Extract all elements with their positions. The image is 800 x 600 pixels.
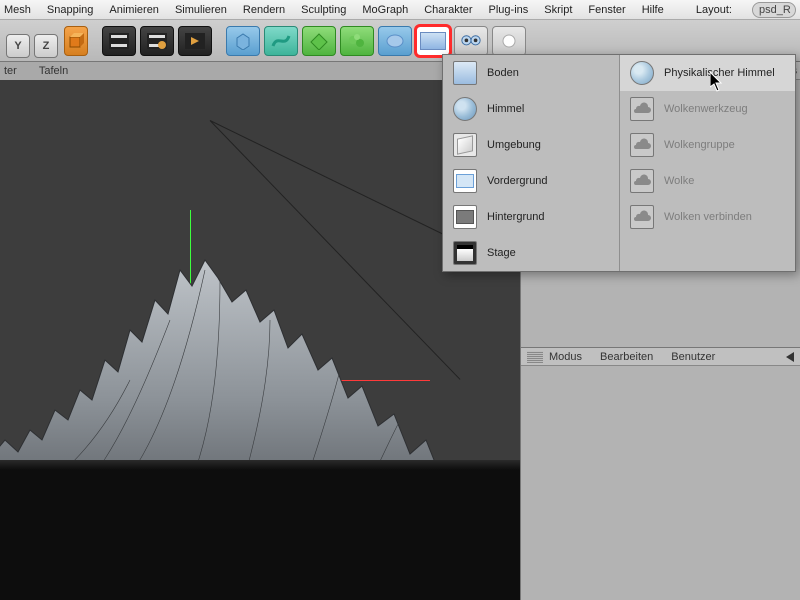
popup-item-umgebung[interactable]: Umgebung [443, 127, 619, 163]
menu-charakter[interactable]: Charakter [424, 4, 472, 16]
menu-skript[interactable]: Skript [544, 4, 572, 16]
popup-label: Himmel [487, 103, 524, 115]
spline-icon[interactable] [264, 26, 298, 56]
panel-grip-icon[interactable] [527, 351, 543, 363]
environment-objects-button[interactable] [416, 26, 450, 56]
menu-mesh[interactable]: Mesh [4, 4, 31, 16]
layout-switcher: Layout: psd_R [692, 0, 800, 20]
axis-y-button[interactable]: Y [6, 34, 30, 58]
background-icon [453, 205, 477, 229]
sky-icon [453, 97, 477, 121]
popup-label: Physikalischer Himmel [664, 67, 775, 79]
popup-item-wolken-verbinden[interactable]: Wolken verbinden [620, 199, 795, 235]
floor-icon [453, 61, 477, 85]
menu-hilfe[interactable]: Hilfe [642, 4, 664, 16]
popup-label: Wolkengruppe [664, 139, 735, 151]
popup-item-wolkenwerkzeug[interactable]: Wolkenwerkzeug [620, 91, 795, 127]
menu-sculpting[interactable]: Sculpting [301, 4, 346, 16]
menu-animieren[interactable]: Animieren [109, 4, 159, 16]
cloud-tool-icon [630, 97, 654, 121]
popup-label: Wolkenwerkzeug [664, 103, 748, 115]
cloud-group-icon [630, 133, 654, 157]
cube-primitive-icon[interactable] [64, 26, 88, 56]
physical-sky-icon [630, 61, 654, 85]
popup-label: Vordergrund [487, 175, 548, 187]
menu-plugins[interactable]: Plug-ins [489, 4, 529, 16]
camera-icon[interactable] [454, 26, 488, 56]
popup-item-wolke[interactable]: Wolke [620, 163, 795, 199]
am-menu-benutzer[interactable]: Benutzer [671, 351, 715, 363]
menu-rendern[interactable]: Rendern [243, 4, 285, 16]
popup-item-hintergrund[interactable]: Hintergrund [443, 199, 619, 235]
menu-simulieren[interactable]: Simulieren [175, 4, 227, 16]
foreground-icon [453, 169, 477, 193]
cloud-icon [630, 169, 654, 193]
tab-tafeln[interactable]: Tafeln [39, 65, 68, 77]
layout-label: Layout: [696, 4, 732, 16]
render-active-icon[interactable] [178, 26, 212, 56]
menu-snapping[interactable]: Snapping [47, 4, 94, 16]
collapse-arrow-icon[interactable] [786, 352, 794, 362]
axis-z-button[interactable]: Z [34, 34, 58, 58]
popup-item-boden[interactable]: Boden [443, 55, 619, 91]
popup-label: Wolken verbinden [664, 211, 752, 223]
render-to-pv-icon[interactable] [102, 26, 136, 56]
main-menubar: Mesh Snapping Animieren Simulieren Rende… [0, 0, 800, 20]
deformer-icon[interactable] [340, 26, 374, 56]
light-icon[interactable] [492, 26, 526, 56]
popup-label: Wolke [664, 175, 694, 187]
cloud-connect-icon [630, 205, 654, 229]
am-menu-bearbeiten[interactable]: Bearbeiten [600, 351, 653, 363]
popup-item-himmel[interactable]: Himmel [443, 91, 619, 127]
generator-icon[interactable] [302, 26, 336, 56]
tab-ter[interactable]: ter [4, 65, 17, 77]
popup-item-vordergrund[interactable]: Vordergrund [443, 163, 619, 199]
render-settings-icon[interactable] [140, 26, 174, 56]
popup-label: Boden [487, 67, 519, 79]
ground-plane [0, 464, 520, 600]
attribute-manager-panel: Modus Bearbeiten Benutzer [520, 347, 800, 600]
popup-column-right: Physikalischer Himmel Wolkenwerkzeug Wol… [619, 55, 795, 271]
primitive-cube-icon[interactable] [226, 26, 260, 56]
popup-label: Umgebung [487, 139, 541, 151]
environment-icon [453, 133, 477, 157]
array-icon[interactable] [378, 26, 412, 56]
popup-item-stage[interactable]: Stage [443, 235, 619, 271]
popup-column-left: Boden Himmel Umgebung Vordergrund Hinter… [443, 55, 619, 271]
popup-label: Hintergrund [487, 211, 544, 223]
am-menu-modus[interactable]: Modus [549, 351, 582, 363]
menu-fenster[interactable]: Fenster [588, 4, 625, 16]
attribute-manager-menubar: Modus Bearbeiten Benutzer [521, 348, 800, 366]
menu-mograph[interactable]: MoGraph [362, 4, 408, 16]
popup-item-wolkengruppe[interactable]: Wolkengruppe [620, 127, 795, 163]
environment-popup: Boden Himmel Umgebung Vordergrund Hinter… [442, 54, 796, 272]
popup-label: Stage [487, 247, 516, 259]
stage-icon [453, 241, 477, 265]
layout-dropdown[interactable]: psd_R [752, 2, 796, 18]
popup-item-physikalischer-himmel[interactable]: Physikalischer Himmel [620, 55, 795, 91]
